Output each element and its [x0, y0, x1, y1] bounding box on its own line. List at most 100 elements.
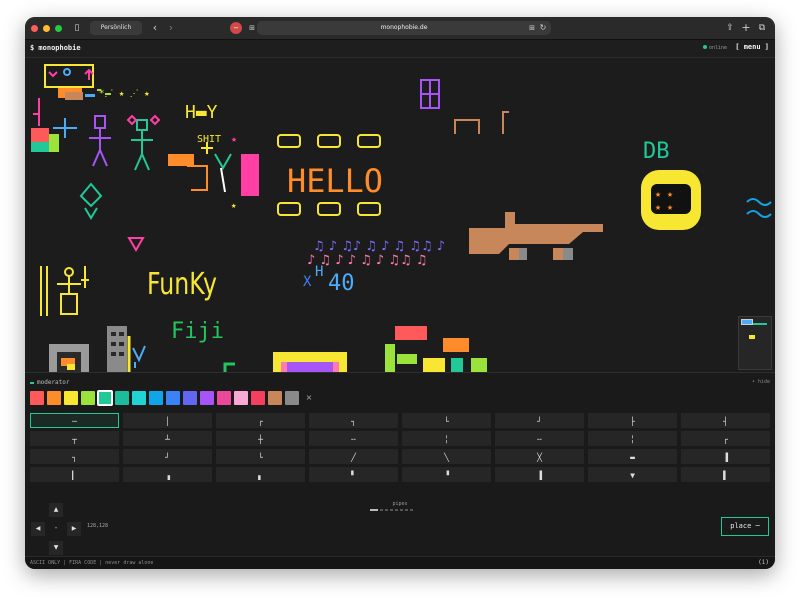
back-button[interactable]: ‹	[150, 21, 160, 35]
glyph-button[interactable]: ┤	[681, 413, 770, 428]
glyph-button[interactable]: ▖	[216, 467, 305, 482]
glyph-button[interactable]: ╱	[309, 449, 398, 464]
color-swatch[interactable]	[97, 390, 113, 406]
forward-button[interactable]: ›	[166, 21, 176, 35]
color-swatch[interactable]	[132, 391, 146, 405]
glyph-button[interactable]: ┌	[216, 413, 305, 428]
color-swatch[interactable]	[268, 391, 282, 405]
translate-icon[interactable]: ⊞	[527, 21, 537, 35]
drawing-text-hy: H▬Y	[185, 102, 218, 123]
page-dot[interactable]	[395, 509, 398, 511]
glyph-button[interactable]: ┐	[30, 449, 119, 464]
color-swatch[interactable]	[251, 391, 265, 405]
color-swatches: ×	[30, 390, 316, 407]
url-text: monophobie.de	[380, 24, 428, 31]
address-bar[interactable]: monophobie.de ⊞ ↻	[257, 21, 551, 35]
page-dot[interactable]	[405, 509, 408, 511]
move-down-button[interactable]: ▼	[49, 541, 63, 555]
glyph-button[interactable]: ▬	[588, 449, 677, 464]
drawing-canvas[interactable]: *⋰ ★ ⋰ ★ H▬Y SHIT ★ ★ ♫ ♪ ♫♪ ♫ ♪ ♫ ♫♫ ♪ …	[25, 58, 775, 372]
color-swatch[interactable]	[149, 391, 163, 405]
status-dot-icon	[702, 45, 707, 49]
color-swatch[interactable]	[30, 391, 44, 405]
footer-text: ASCII ONLY | FIRA CODE | never draw alon…	[30, 560, 154, 566]
glyph-button[interactable]: ▎	[30, 467, 119, 482]
clear-color-button[interactable]: ×	[302, 391, 316, 405]
glyph-page-indicator	[370, 509, 415, 512]
page-dot[interactable]	[400, 509, 403, 511]
glyph-button[interactable]: ╌	[495, 431, 584, 446]
new-tab-icon[interactable]: +	[740, 21, 752, 35]
info-button[interactable]: (i)	[758, 559, 769, 566]
glyph-button[interactable]: ▘	[309, 467, 398, 482]
color-swatch[interactable]	[64, 391, 78, 405]
zoom-window-button[interactable]	[55, 25, 62, 32]
glyph-button[interactable]: ┘	[495, 413, 584, 428]
profile-switcher[interactable]: Persönlich	[90, 21, 142, 35]
glyph-button[interactable]: ▝	[402, 467, 491, 482]
glyph-button[interactable]: ├	[588, 413, 677, 428]
place-button[interactable]: place ─	[721, 517, 769, 536]
color-swatch[interactable]	[183, 391, 197, 405]
color-swatch[interactable]	[47, 391, 61, 405]
page-dot[interactable]	[380, 509, 383, 511]
reload-icon[interactable]: ↻	[538, 21, 548, 35]
minimap[interactable]	[738, 316, 772, 370]
glyph-button[interactable]: ▌	[681, 467, 770, 482]
move-up-button[interactable]: ▲	[49, 503, 63, 517]
glyph-button[interactable]: ╎	[402, 431, 491, 446]
sidebar-toggle-icon[interactable]: ▯	[71, 21, 83, 35]
drawing-text-db: DB	[643, 139, 670, 164]
hide-panel-button[interactable]: • hide	[752, 379, 770, 385]
drawing-text-funky: FunKy	[147, 267, 217, 302]
glyph-button[interactable]: ╳	[495, 449, 584, 464]
cursor-coordinates: 128,128	[87, 523, 109, 529]
menu-button[interactable]: [ menu ]	[735, 43, 769, 51]
minimize-window-button[interactable]	[43, 25, 50, 32]
page-dot[interactable]	[370, 509, 378, 511]
glyph-button[interactable]: ▗	[123, 467, 212, 482]
glyph-button[interactable]: ▐	[681, 449, 770, 464]
glyph-button[interactable]: ┐	[309, 413, 398, 428]
minimap-preview	[741, 319, 767, 339]
color-swatch[interactable]	[115, 391, 129, 405]
glyph-button[interactable]: └	[402, 413, 491, 428]
glyph-button[interactable]: ┬	[30, 431, 119, 446]
glyph-button[interactable]: │	[123, 413, 212, 428]
glyph-button[interactable]: └	[216, 449, 305, 464]
share-icon[interactable]: ⇪	[724, 21, 736, 35]
page-dot[interactable]	[385, 509, 388, 511]
glyph-button[interactable]: ┼	[216, 431, 305, 446]
stop-icon[interactable]: −	[230, 22, 242, 34]
glyph-button[interactable]: ┌	[681, 431, 770, 446]
tab-overview-icon[interactable]: ⧉	[756, 21, 768, 35]
svg-text:*⋰ ★ ⋰ ★: *⋰ ★ ⋰ ★	[99, 89, 150, 99]
color-swatch[interactable]	[200, 391, 214, 405]
glyph-button[interactable]: ╎	[588, 431, 677, 446]
color-swatch[interactable]	[217, 391, 231, 405]
page-dot[interactable]	[410, 509, 413, 511]
reader-icon[interactable]: ⊞	[247, 21, 257, 35]
glyph-button[interactable]: ┘	[123, 449, 212, 464]
glyph-button[interactable]: ▼	[588, 467, 677, 482]
glyph-button[interactable]: ┴	[123, 431, 212, 446]
glyph-button[interactable]: ╲	[402, 449, 491, 464]
glyph-button[interactable]: ─	[30, 413, 119, 428]
drawing-text-x: X	[303, 274, 312, 290]
glyph-set-name: pipes	[392, 501, 408, 507]
glyph-button[interactable]: ╌	[309, 431, 398, 446]
svg-text:★ ★: ★ ★	[655, 202, 673, 213]
drawing-text-shit: SHIT	[197, 134, 221, 145]
color-swatch[interactable]	[81, 391, 95, 405]
close-window-button[interactable]	[31, 25, 38, 32]
color-swatch[interactable]	[166, 391, 180, 405]
move-left-button[interactable]: ◀	[31, 522, 45, 536]
move-center-button[interactable]: •	[49, 522, 63, 536]
move-right-button[interactable]: ▶	[67, 522, 81, 536]
panel-title-text: moderator	[37, 379, 70, 386]
color-swatch[interactable]	[285, 391, 299, 405]
app-logo[interactable]: $ monophobie	[30, 44, 81, 52]
color-swatch[interactable]	[234, 391, 248, 405]
page-dot[interactable]	[390, 509, 393, 511]
glyph-button[interactable]: ▐	[495, 467, 584, 482]
